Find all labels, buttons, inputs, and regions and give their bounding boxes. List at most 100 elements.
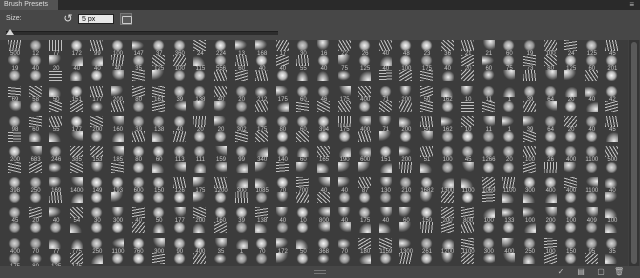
brush-tip-icon <box>378 116 392 127</box>
brush-tip-icon <box>8 116 21 127</box>
brush-tip-icon <box>337 70 351 82</box>
brush-tip-icon <box>234 237 248 249</box>
brush-tip-icon <box>399 85 413 97</box>
brush-tip-icon <box>90 237 104 249</box>
brush-tip-icon <box>523 192 536 203</box>
brush-tip-icon <box>440 70 454 82</box>
brush-tip-icon <box>461 207 475 219</box>
brush-tip-icon <box>255 222 269 234</box>
brush-panel-icon[interactable]: ▤ <box>576 267 586 277</box>
brush-tip-icon <box>193 207 207 219</box>
brush-tip-icon <box>275 222 289 234</box>
resize-grip[interactable] <box>314 270 326 274</box>
brush-tip-icon <box>502 40 516 51</box>
brush-tip-icon <box>461 40 475 51</box>
tab-brush-presets[interactable]: Brush Presets <box>0 0 58 10</box>
brush-tip-icon <box>172 40 186 51</box>
brush-tip-icon <box>152 207 166 219</box>
delete-brush-icon[interactable]: 🗑 <box>614 267 624 277</box>
brush-tip-icon <box>8 40 21 51</box>
brush-tip-icon <box>90 100 104 112</box>
brush-tip-icon <box>90 40 104 51</box>
brush-tip-icon <box>543 176 557 188</box>
brush-tip-icon <box>440 161 454 173</box>
brush-tip-icon <box>90 207 104 219</box>
brush-tip-icon <box>399 70 413 82</box>
brush-tip-icon <box>564 131 578 143</box>
brush-tip-icon <box>193 176 207 188</box>
brush-tip-icon <box>8 176 21 188</box>
brush-tip-icon <box>69 252 83 264</box>
size-slider-track[interactable] <box>6 31 278 35</box>
brush-tip-icon <box>28 40 42 51</box>
brush-tip-icon <box>502 192 516 203</box>
brush-tip-icon <box>49 85 63 97</box>
brush-tip-icon <box>28 161 42 173</box>
create-new-preset-button[interactable] <box>120 13 132 25</box>
brush-tip-icon <box>49 100 63 112</box>
brush-tip-icon <box>111 100 124 112</box>
brush-tip-icon <box>214 131 227 143</box>
brush-tip-icon <box>502 207 516 219</box>
new-brush-icon[interactable]: ▢ <box>596 267 606 277</box>
brush-tip-icon <box>296 40 310 51</box>
brush-tip-icon <box>440 207 454 219</box>
brush-tip-icon <box>564 116 578 127</box>
brush-tip-icon <box>461 161 475 173</box>
brush-tip-icon <box>420 116 433 127</box>
brush-tip-icon <box>481 40 495 51</box>
brush-tip-icon <box>543 207 557 219</box>
brush-tip-icon <box>440 116 454 127</box>
brush-tip-icon <box>8 207 21 219</box>
brush-tip-icon <box>90 70 104 82</box>
brush-tip-icon <box>8 161 21 173</box>
brush-tip-icon <box>296 85 310 97</box>
brush-tip-icon <box>584 161 598 173</box>
brush-tip-icon <box>378 70 392 82</box>
brush-tip-icon <box>584 192 598 203</box>
brush-tip-icon <box>69 40 83 51</box>
brush-tip-icon <box>90 222 104 234</box>
brush-tip-icon <box>255 192 269 203</box>
panel-titlebar: Brush Presets ≡ <box>0 0 640 10</box>
brush-tip-icon <box>111 55 124 67</box>
brush-tip-icon <box>337 237 351 249</box>
brush-tip-icon <box>461 70 475 82</box>
panel-menu-icon[interactable]: ≡ <box>629 1 634 9</box>
brush-tip-icon <box>543 100 557 112</box>
brush-tip-icon <box>378 100 392 112</box>
brush-tip-icon <box>564 176 578 188</box>
brush-tip-icon <box>275 40 289 51</box>
brush-tip-icon <box>564 252 578 264</box>
brush-tip-icon <box>543 161 557 173</box>
brush-tip-icon <box>111 207 124 219</box>
brush-tip-icon <box>255 161 269 173</box>
size-slider-thumb[interactable] <box>6 29 14 35</box>
scrollbar-thumb[interactable] <box>631 42 637 264</box>
brush-tip-icon <box>461 85 475 97</box>
toggle-brush-panel-icon[interactable]: ✓ <box>556 267 566 277</box>
brush-tip-icon <box>296 116 310 127</box>
brush-tip-icon <box>502 55 516 67</box>
brush-tip-icon <box>214 55 227 67</box>
brush-tip-icon <box>214 116 227 127</box>
brush-tip-icon <box>131 85 145 97</box>
vertical-scrollbar[interactable] <box>629 40 639 266</box>
brush-tip-icon <box>8 192 21 203</box>
brush-tip-icon <box>605 237 619 249</box>
brush-tip-icon <box>502 237 516 249</box>
brush-tip-icon <box>214 85 227 97</box>
brush-tip-icon <box>275 100 289 112</box>
brush-tip-icon <box>234 100 248 112</box>
brush-tip-icon <box>564 146 578 158</box>
reset-size-icon[interactable]: ↺ <box>62 13 74 25</box>
brush-tip-icon <box>584 100 598 112</box>
brush-tip-icon <box>399 161 413 173</box>
brush-tip-icon <box>420 252 433 264</box>
brush-tip-icon <box>337 131 351 143</box>
size-input[interactable]: 5 px <box>78 14 114 24</box>
brush-tip-icon <box>275 207 289 219</box>
brush-tip-icon <box>69 207 83 219</box>
brush-tip-icon <box>399 100 413 112</box>
brush-tip-icon <box>234 252 248 264</box>
